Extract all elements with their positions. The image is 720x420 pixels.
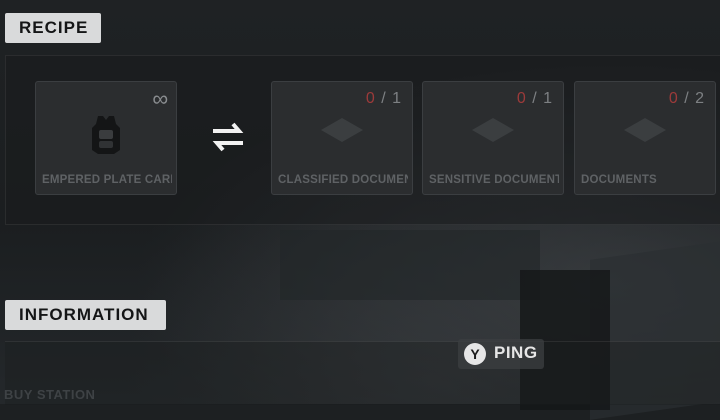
result-item-card[interactable]: ∞ EMPERED PLATE CARRIER [35,81,177,195]
document-icon [472,118,514,142]
background-shape [280,230,540,300]
y-button-icon: Y [464,343,486,365]
ingredient-card[interactable]: 0 / 1 SENSITIVE DOCUMENTS [422,81,564,195]
document-icon [321,118,363,142]
ingredient-count: 0 / 1 [516,90,553,107]
swap-arrows-icon [212,122,244,152]
ingredient-name: DOCUMENTS [581,174,657,186]
quantity-infinity: ∞ [152,86,168,111]
station-label: BUY STATION [4,387,96,402]
ping-label: PING [494,343,538,362]
ping-button[interactable]: Y PING [458,339,544,369]
ingredient-name: SENSITIVE DOCUMENTS [429,174,559,186]
information-section-title: INFORMATION [5,300,166,330]
ingredient-count: 0 / 1 [365,90,402,107]
plate-carrier-icon [92,116,120,154]
ingredient-card[interactable]: 0 / 2 DOCUMENTS [574,81,716,195]
information-panel [5,341,720,405]
result-item-name: EMPERED PLATE CARRIER [42,174,172,186]
recipe-section-title: RECIPE [5,13,101,43]
ingredient-name: CLASSIFIED DOCUMENTS [278,174,408,186]
ingredient-count: 0 / 2 [668,90,705,107]
ingredient-card[interactable]: 0 / 1 CLASSIFIED DOCUMENTS [271,81,413,195]
document-icon [624,118,666,142]
